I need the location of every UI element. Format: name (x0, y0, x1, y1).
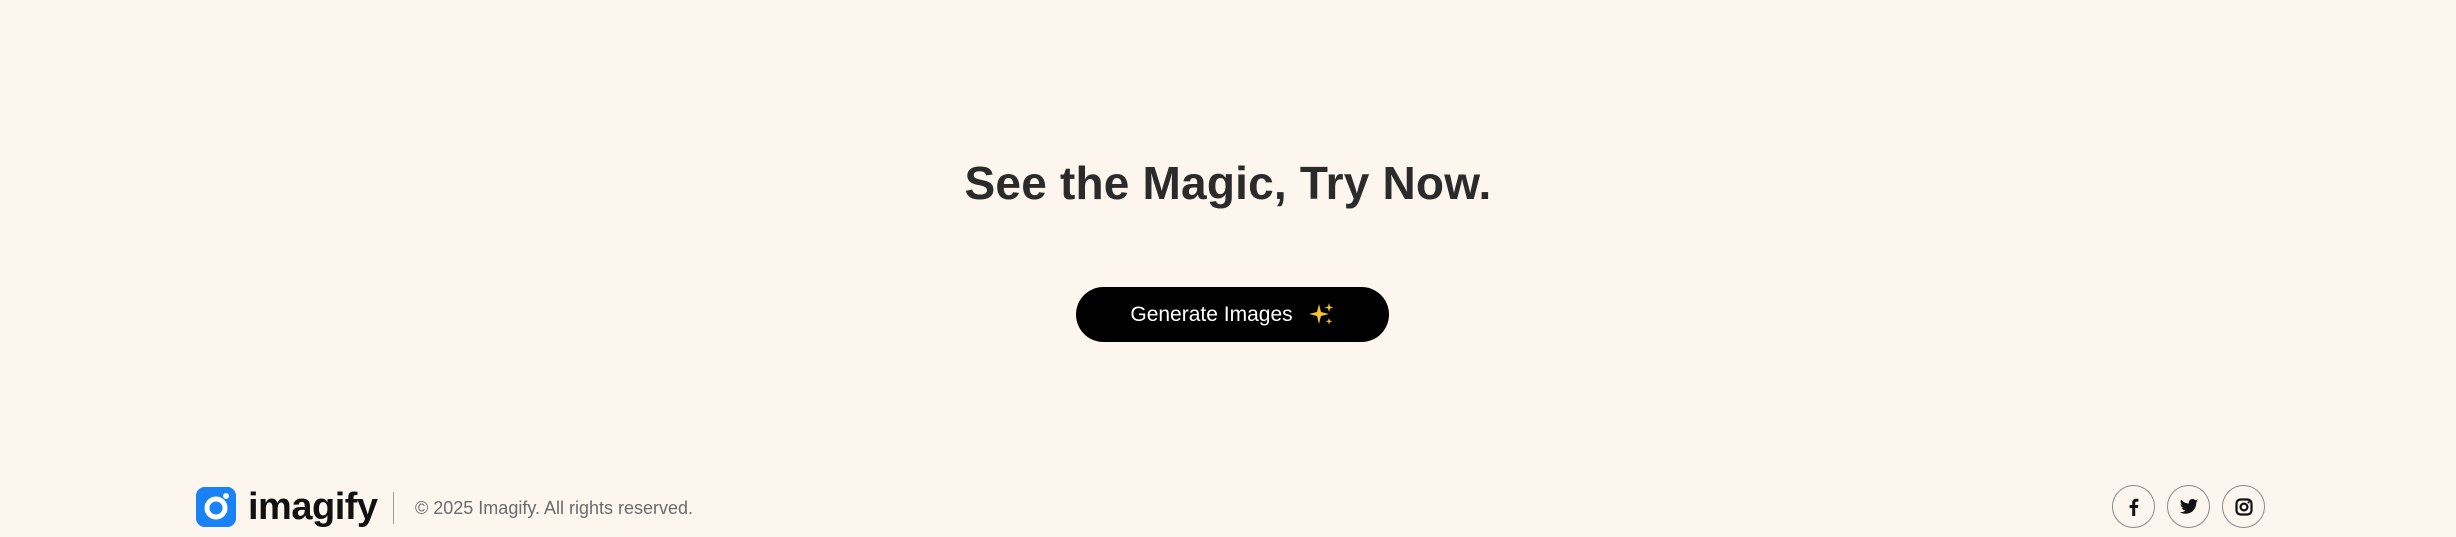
camera-lens-icon (196, 487, 236, 527)
twitter-icon (2179, 498, 2198, 514)
footer: imagify © 2025 Imagify. All rights reser… (0, 460, 2456, 537)
facebook-icon (2129, 498, 2138, 516)
logo[interactable]: imagify (196, 487, 378, 527)
instagram-link[interactable] (2222, 485, 2265, 528)
cta-headline: See the Magic, Try Now. (964, 157, 1492, 209)
copyright-text: © 2025 Imagify. All rights reserved. (415, 498, 694, 518)
cta-section: See the Magic, Try Now. Generate Images (0, 0, 2456, 460)
footer-divider (393, 492, 394, 524)
generate-images-label: Generate Images (1130, 302, 1293, 326)
facebook-link[interactable] (2112, 485, 2155, 528)
social-links (2112, 485, 2265, 528)
logo-text: imagify (248, 486, 378, 528)
sparkle-icon (1307, 301, 1335, 329)
generate-images-button[interactable]: Generate Images (1076, 287, 1389, 342)
instagram-icon (2234, 497, 2253, 516)
twitter-link[interactable] (2167, 485, 2210, 528)
